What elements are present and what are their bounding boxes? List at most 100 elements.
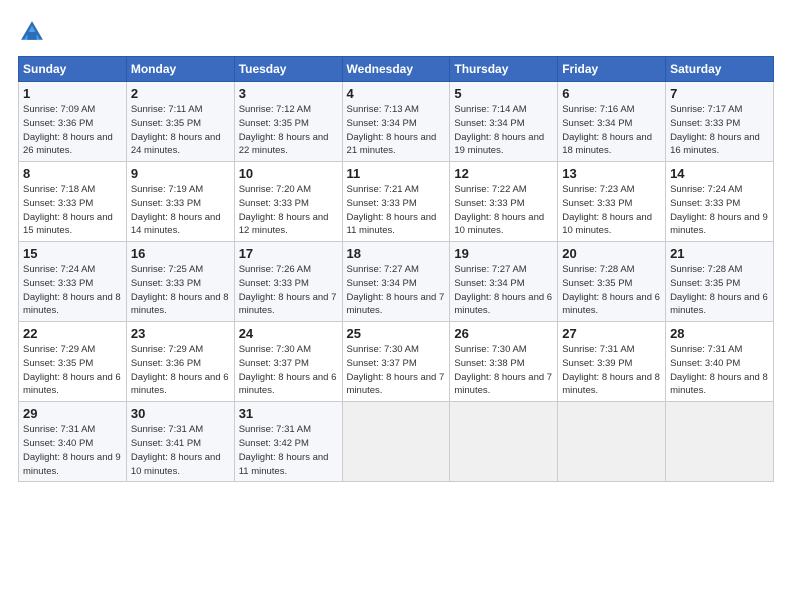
day-cell: 31 Sunrise: 7:31 AM Sunset: 3:42 PM Dayl… — [234, 402, 342, 482]
day-info: Sunrise: 7:14 AM Sunset: 3:34 PM Dayligh… — [454, 103, 553, 158]
header-thursday: Thursday — [450, 57, 558, 82]
header-sunday: Sunday — [19, 57, 127, 82]
day-number: 27 — [562, 326, 661, 341]
day-info: Sunrise: 7:21 AM Sunset: 3:33 PM Dayligh… — [347, 183, 446, 238]
day-number: 18 — [347, 246, 446, 261]
day-number: 7 — [670, 86, 769, 101]
day-info: Sunrise: 7:31 AM Sunset: 3:40 PM Dayligh… — [23, 423, 122, 478]
day-number: 6 — [562, 86, 661, 101]
header-saturday: Saturday — [666, 57, 774, 82]
day-number: 10 — [239, 166, 338, 181]
day-cell: 29 Sunrise: 7:31 AM Sunset: 3:40 PM Dayl… — [19, 402, 127, 482]
day-number: 11 — [347, 166, 446, 181]
day-number: 25 — [347, 326, 446, 341]
header-row: SundayMondayTuesdayWednesdayThursdayFrid… — [19, 57, 774, 82]
day-info: Sunrise: 7:13 AM Sunset: 3:34 PM Dayligh… — [347, 103, 446, 158]
logo-icon — [18, 18, 46, 46]
week-row-5: 29 Sunrise: 7:31 AM Sunset: 3:40 PM Dayl… — [19, 402, 774, 482]
day-number: 24 — [239, 326, 338, 341]
day-number: 16 — [131, 246, 230, 261]
day-number: 29 — [23, 406, 122, 421]
day-cell: 19 Sunrise: 7:27 AM Sunset: 3:34 PM Dayl… — [450, 242, 558, 322]
day-info: Sunrise: 7:31 AM Sunset: 3:39 PM Dayligh… — [562, 343, 661, 398]
day-cell: 27 Sunrise: 7:31 AM Sunset: 3:39 PM Dayl… — [558, 322, 666, 402]
day-info: Sunrise: 7:28 AM Sunset: 3:35 PM Dayligh… — [562, 263, 661, 318]
day-cell: 7 Sunrise: 7:17 AM Sunset: 3:33 PM Dayli… — [666, 82, 774, 162]
day-number: 15 — [23, 246, 122, 261]
header-monday: Monday — [126, 57, 234, 82]
day-info: Sunrise: 7:18 AM Sunset: 3:33 PM Dayligh… — [23, 183, 122, 238]
page: SundayMondayTuesdayWednesdayThursdayFrid… — [0, 0, 792, 612]
day-info: Sunrise: 7:12 AM Sunset: 3:35 PM Dayligh… — [239, 103, 338, 158]
day-cell: 22 Sunrise: 7:29 AM Sunset: 3:35 PM Dayl… — [19, 322, 127, 402]
day-cell: 8 Sunrise: 7:18 AM Sunset: 3:33 PM Dayli… — [19, 162, 127, 242]
day-number: 17 — [239, 246, 338, 261]
calendar-body: 1 Sunrise: 7:09 AM Sunset: 3:36 PM Dayli… — [19, 82, 774, 482]
day-cell: 17 Sunrise: 7:26 AM Sunset: 3:33 PM Dayl… — [234, 242, 342, 322]
day-number: 4 — [347, 86, 446, 101]
day-info: Sunrise: 7:29 AM Sunset: 3:35 PM Dayligh… — [23, 343, 122, 398]
day-number: 1 — [23, 86, 122, 101]
day-info: Sunrise: 7:27 AM Sunset: 3:34 PM Dayligh… — [347, 263, 446, 318]
day-cell: 20 Sunrise: 7:28 AM Sunset: 3:35 PM Dayl… — [558, 242, 666, 322]
day-info: Sunrise: 7:11 AM Sunset: 3:35 PM Dayligh… — [131, 103, 230, 158]
day-info: Sunrise: 7:31 AM Sunset: 3:40 PM Dayligh… — [670, 343, 769, 398]
day-cell: 15 Sunrise: 7:24 AM Sunset: 3:33 PM Dayl… — [19, 242, 127, 322]
day-number: 21 — [670, 246, 769, 261]
day-number: 8 — [23, 166, 122, 181]
day-number: 30 — [131, 406, 230, 421]
day-info: Sunrise: 7:16 AM Sunset: 3:34 PM Dayligh… — [562, 103, 661, 158]
day-number: 23 — [131, 326, 230, 341]
day-number: 22 — [23, 326, 122, 341]
day-number: 28 — [670, 326, 769, 341]
day-number: 5 — [454, 86, 553, 101]
day-cell: 10 Sunrise: 7:20 AM Sunset: 3:33 PM Dayl… — [234, 162, 342, 242]
day-cell: 3 Sunrise: 7:12 AM Sunset: 3:35 PM Dayli… — [234, 82, 342, 162]
day-number: 9 — [131, 166, 230, 181]
day-info: Sunrise: 7:28 AM Sunset: 3:35 PM Dayligh… — [670, 263, 769, 318]
week-row-3: 15 Sunrise: 7:24 AM Sunset: 3:33 PM Dayl… — [19, 242, 774, 322]
day-cell: 4 Sunrise: 7:13 AM Sunset: 3:34 PM Dayli… — [342, 82, 450, 162]
day-cell: 11 Sunrise: 7:21 AM Sunset: 3:33 PM Dayl… — [342, 162, 450, 242]
day-info: Sunrise: 7:31 AM Sunset: 3:41 PM Dayligh… — [131, 423, 230, 478]
day-info: Sunrise: 7:25 AM Sunset: 3:33 PM Dayligh… — [131, 263, 230, 318]
day-number: 20 — [562, 246, 661, 261]
day-info: Sunrise: 7:31 AM Sunset: 3:42 PM Dayligh… — [239, 423, 338, 478]
day-cell: 25 Sunrise: 7:30 AM Sunset: 3:37 PM Dayl… — [342, 322, 450, 402]
week-row-1: 1 Sunrise: 7:09 AM Sunset: 3:36 PM Dayli… — [19, 82, 774, 162]
day-cell: 30 Sunrise: 7:31 AM Sunset: 3:41 PM Dayl… — [126, 402, 234, 482]
day-info: Sunrise: 7:27 AM Sunset: 3:34 PM Dayligh… — [454, 263, 553, 318]
day-info: Sunrise: 7:30 AM Sunset: 3:37 PM Dayligh… — [239, 343, 338, 398]
day-cell — [342, 402, 450, 482]
day-number: 31 — [239, 406, 338, 421]
day-cell — [450, 402, 558, 482]
day-info: Sunrise: 7:20 AM Sunset: 3:33 PM Dayligh… — [239, 183, 338, 238]
day-cell — [558, 402, 666, 482]
day-number: 12 — [454, 166, 553, 181]
day-cell: 6 Sunrise: 7:16 AM Sunset: 3:34 PM Dayli… — [558, 82, 666, 162]
day-cell: 1 Sunrise: 7:09 AM Sunset: 3:36 PM Dayli… — [19, 82, 127, 162]
header-wednesday: Wednesday — [342, 57, 450, 82]
day-info: Sunrise: 7:30 AM Sunset: 3:37 PM Dayligh… — [347, 343, 446, 398]
day-cell: 26 Sunrise: 7:30 AM Sunset: 3:38 PM Dayl… — [450, 322, 558, 402]
day-cell: 18 Sunrise: 7:27 AM Sunset: 3:34 PM Dayl… — [342, 242, 450, 322]
day-cell: 2 Sunrise: 7:11 AM Sunset: 3:35 PM Dayli… — [126, 82, 234, 162]
day-cell: 5 Sunrise: 7:14 AM Sunset: 3:34 PM Dayli… — [450, 82, 558, 162]
day-cell: 13 Sunrise: 7:23 AM Sunset: 3:33 PM Dayl… — [558, 162, 666, 242]
day-number: 26 — [454, 326, 553, 341]
day-number: 19 — [454, 246, 553, 261]
day-info: Sunrise: 7:23 AM Sunset: 3:33 PM Dayligh… — [562, 183, 661, 238]
calendar-header: SundayMondayTuesdayWednesdayThursdayFrid… — [19, 57, 774, 82]
header-tuesday: Tuesday — [234, 57, 342, 82]
day-cell: 12 Sunrise: 7:22 AM Sunset: 3:33 PM Dayl… — [450, 162, 558, 242]
logo — [18, 18, 50, 46]
day-info: Sunrise: 7:26 AM Sunset: 3:33 PM Dayligh… — [239, 263, 338, 318]
day-number: 2 — [131, 86, 230, 101]
day-cell: 28 Sunrise: 7:31 AM Sunset: 3:40 PM Dayl… — [666, 322, 774, 402]
day-number: 13 — [562, 166, 661, 181]
day-info: Sunrise: 7:17 AM Sunset: 3:33 PM Dayligh… — [670, 103, 769, 158]
day-info: Sunrise: 7:24 AM Sunset: 3:33 PM Dayligh… — [670, 183, 769, 238]
day-info: Sunrise: 7:30 AM Sunset: 3:38 PM Dayligh… — [454, 343, 553, 398]
day-cell: 24 Sunrise: 7:30 AM Sunset: 3:37 PM Dayl… — [234, 322, 342, 402]
day-info: Sunrise: 7:22 AM Sunset: 3:33 PM Dayligh… — [454, 183, 553, 238]
